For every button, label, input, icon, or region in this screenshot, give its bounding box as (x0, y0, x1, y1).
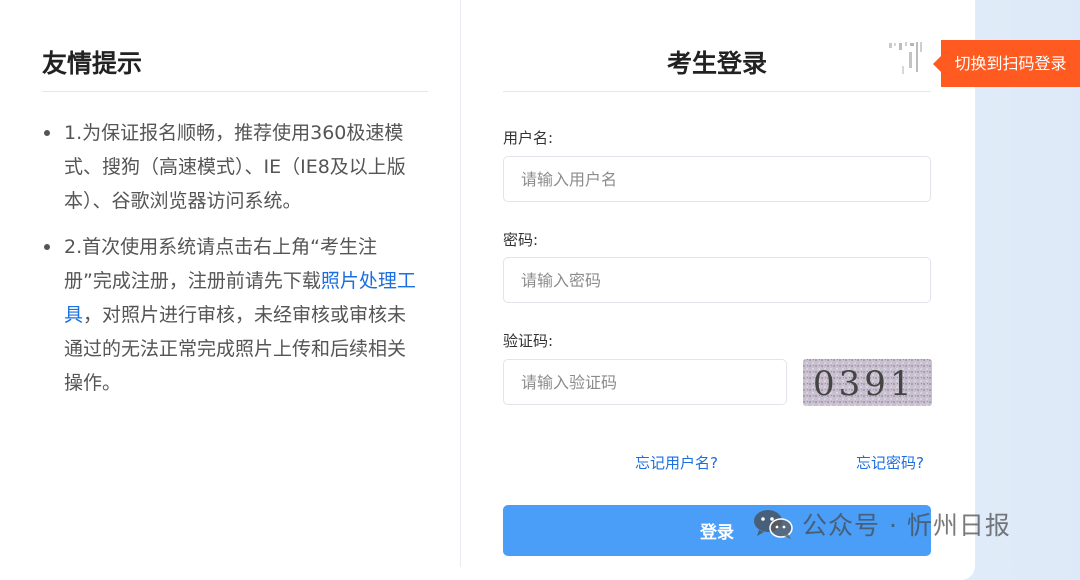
captcha-label: 验证码: (503, 332, 554, 350)
login-title: 考生登录 (666, 49, 767, 78)
tips-title: 友情提示 (42, 49, 143, 78)
watermark: 公众号 · 忻州日报 (752, 506, 1011, 542)
bullet-icon (44, 244, 50, 250)
watermark-text: 公众号 · 忻州日报 (802, 511, 1011, 540)
tip-item: 2.首次使用系统请点击右上角“考生注册”完成注册，注册前请先下载照片处理工具，对… (42, 230, 422, 400)
panel-divider (460, 0, 461, 567)
password-input[interactable] (503, 257, 931, 303)
tip-item: 1.为保证报名顺畅，推荐使用360极速模式、搜狗（高速模式）、IE（IE8及以上… (42, 116, 422, 218)
tips-divider (42, 91, 428, 92)
username-label: 用户名: (503, 129, 554, 147)
captcha-code: 0391 (813, 364, 916, 404)
tips-list: 1.为保证报名顺畅，推荐使用360极速模式、搜狗（高速模式）、IE（IE8及以上… (42, 116, 422, 412)
username-input[interactable] (503, 156, 931, 202)
captcha-input[interactable] (503, 359, 787, 405)
forgot-password-link[interactable]: 忘记密码? (856, 452, 924, 473)
password-label: 密码: (503, 231, 539, 249)
captcha-image[interactable]: 0391 (803, 359, 932, 406)
login-divider (503, 91, 931, 92)
wechat-icon (754, 510, 793, 539)
main-card: 友情提示 1.为保证报名顺畅，推荐使用360极速模式、搜狗（高速模式）、IE（I… (0, 0, 1080, 580)
qr-code-icon[interactable] (885, 40, 925, 76)
tip-text-2b: ，对照片进行审核，未经审核或审核未通过的无法正常完成照片上传和后续相关操作。 (64, 304, 407, 394)
forgot-username-link[interactable]: 忘记用户名? (635, 452, 718, 473)
qr-login-switch[interactable]: 切换到扫码登录 (933, 40, 1080, 87)
bullet-icon (44, 130, 50, 136)
tip-text-1: 1.为保证报名顺畅，推荐使用360极速模式、搜狗（高速模式）、IE（IE8及以上… (64, 122, 406, 212)
